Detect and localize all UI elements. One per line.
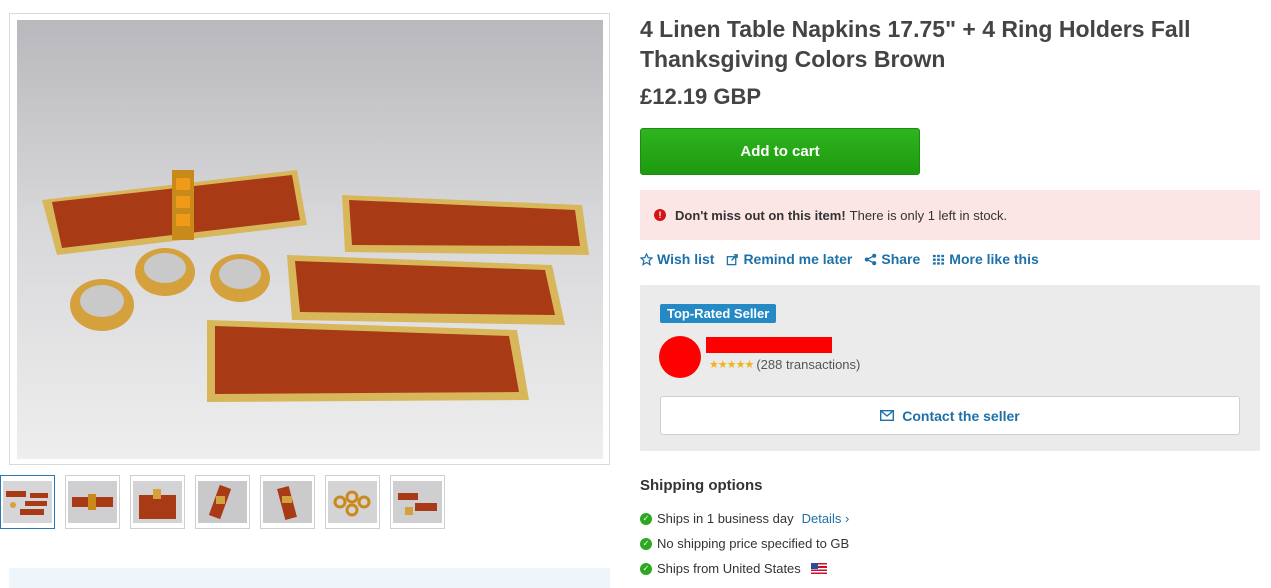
thumbnail-strip bbox=[0, 475, 445, 529]
share-arrow-icon bbox=[727, 253, 739, 265]
main-product-image[interactable] bbox=[9, 13, 610, 465]
check-icon: ✓ bbox=[640, 537, 652, 550]
more-like-this-link[interactable]: More like this bbox=[932, 251, 1039, 267]
us-flag-icon bbox=[810, 563, 827, 574]
shipping-details-link[interactable]: Details › bbox=[802, 511, 850, 526]
top-rated-badge: Top-Rated Seller bbox=[660, 304, 777, 323]
shipping-text: No shipping price specified to GB bbox=[657, 536, 850, 551]
remind-me-label: Remind me later bbox=[743, 251, 853, 267]
share-nodes-icon bbox=[865, 253, 877, 265]
check-icon: ✓ bbox=[640, 562, 652, 575]
star-icon bbox=[640, 252, 653, 266]
contact-seller-label: Contact the seller bbox=[902, 407, 1020, 424]
envelope-icon bbox=[880, 410, 895, 421]
alert-bold-text: Don't miss out on this item! bbox=[675, 207, 846, 223]
item-actions: Wish list Remind me later Share More lik… bbox=[640, 251, 1039, 267]
check-icon: ✓ bbox=[640, 512, 652, 525]
shipping-text: Ships in 1 business day bbox=[657, 511, 794, 526]
thumbnail-5[interactable] bbox=[260, 475, 315, 529]
more-like-this-label: More like this bbox=[949, 251, 1039, 267]
rating-stars: ★★★★★ bbox=[709, 359, 754, 371]
info-panel bbox=[9, 568, 610, 588]
seller-rating: ★★★★★ (288 transactions) bbox=[709, 357, 860, 372]
wish-list-label: Wish list bbox=[657, 251, 715, 267]
share-label: Share bbox=[881, 251, 921, 267]
seller-name-redacted[interactable] bbox=[706, 337, 832, 353]
alert-text: There is only 1 left in stock. bbox=[849, 207, 1008, 223]
thumbnail-6[interactable] bbox=[325, 475, 380, 529]
transaction-count: (288 transactions) bbox=[756, 357, 861, 372]
shipping-item: ✓ No shipping price specified to GB bbox=[640, 531, 849, 556]
shipping-item: ✓ Ships from United States bbox=[640, 556, 849, 581]
thumbnail-7[interactable] bbox=[390, 475, 445, 529]
product-price: £12.19 GBP bbox=[640, 84, 762, 109]
remind-me-link[interactable]: Remind me later bbox=[726, 251, 852, 267]
thumbnail-1[interactable] bbox=[0, 475, 55, 529]
shipping-list: ✓ Ships in 1 business day Details › ✓ No… bbox=[640, 506, 849, 581]
product-photo bbox=[17, 20, 603, 459]
contact-seller-button[interactable]: Contact the seller bbox=[660, 396, 1240, 435]
grid-icon bbox=[933, 254, 945, 265]
thumbnail-3[interactable] bbox=[130, 475, 185, 529]
seller-avatar[interactable] bbox=[659, 336, 701, 378]
shipping-title: Shipping options bbox=[640, 477, 763, 494]
product-title: 4 Linen Table Napkins 17.75" + 4 Ring Ho… bbox=[640, 16, 1191, 72]
exclamation-icon: ! bbox=[654, 209, 666, 221]
stock-alert: ! Don't miss out on this item! There is … bbox=[640, 190, 1260, 240]
shipping-item: ✓ Ships in 1 business day Details › bbox=[640, 506, 849, 531]
thumbnail-4[interactable] bbox=[195, 475, 250, 529]
share-link[interactable]: Share bbox=[864, 251, 920, 267]
add-to-cart-button[interactable]: Add to cart bbox=[640, 128, 920, 175]
thumbnail-2[interactable] bbox=[65, 475, 120, 529]
seller-panel: Top-Rated Seller ★★★★★ (288 transactions… bbox=[640, 285, 1260, 451]
shipping-text: Ships from United States bbox=[657, 561, 801, 576]
wish-list-link[interactable]: Wish list bbox=[640, 251, 714, 267]
